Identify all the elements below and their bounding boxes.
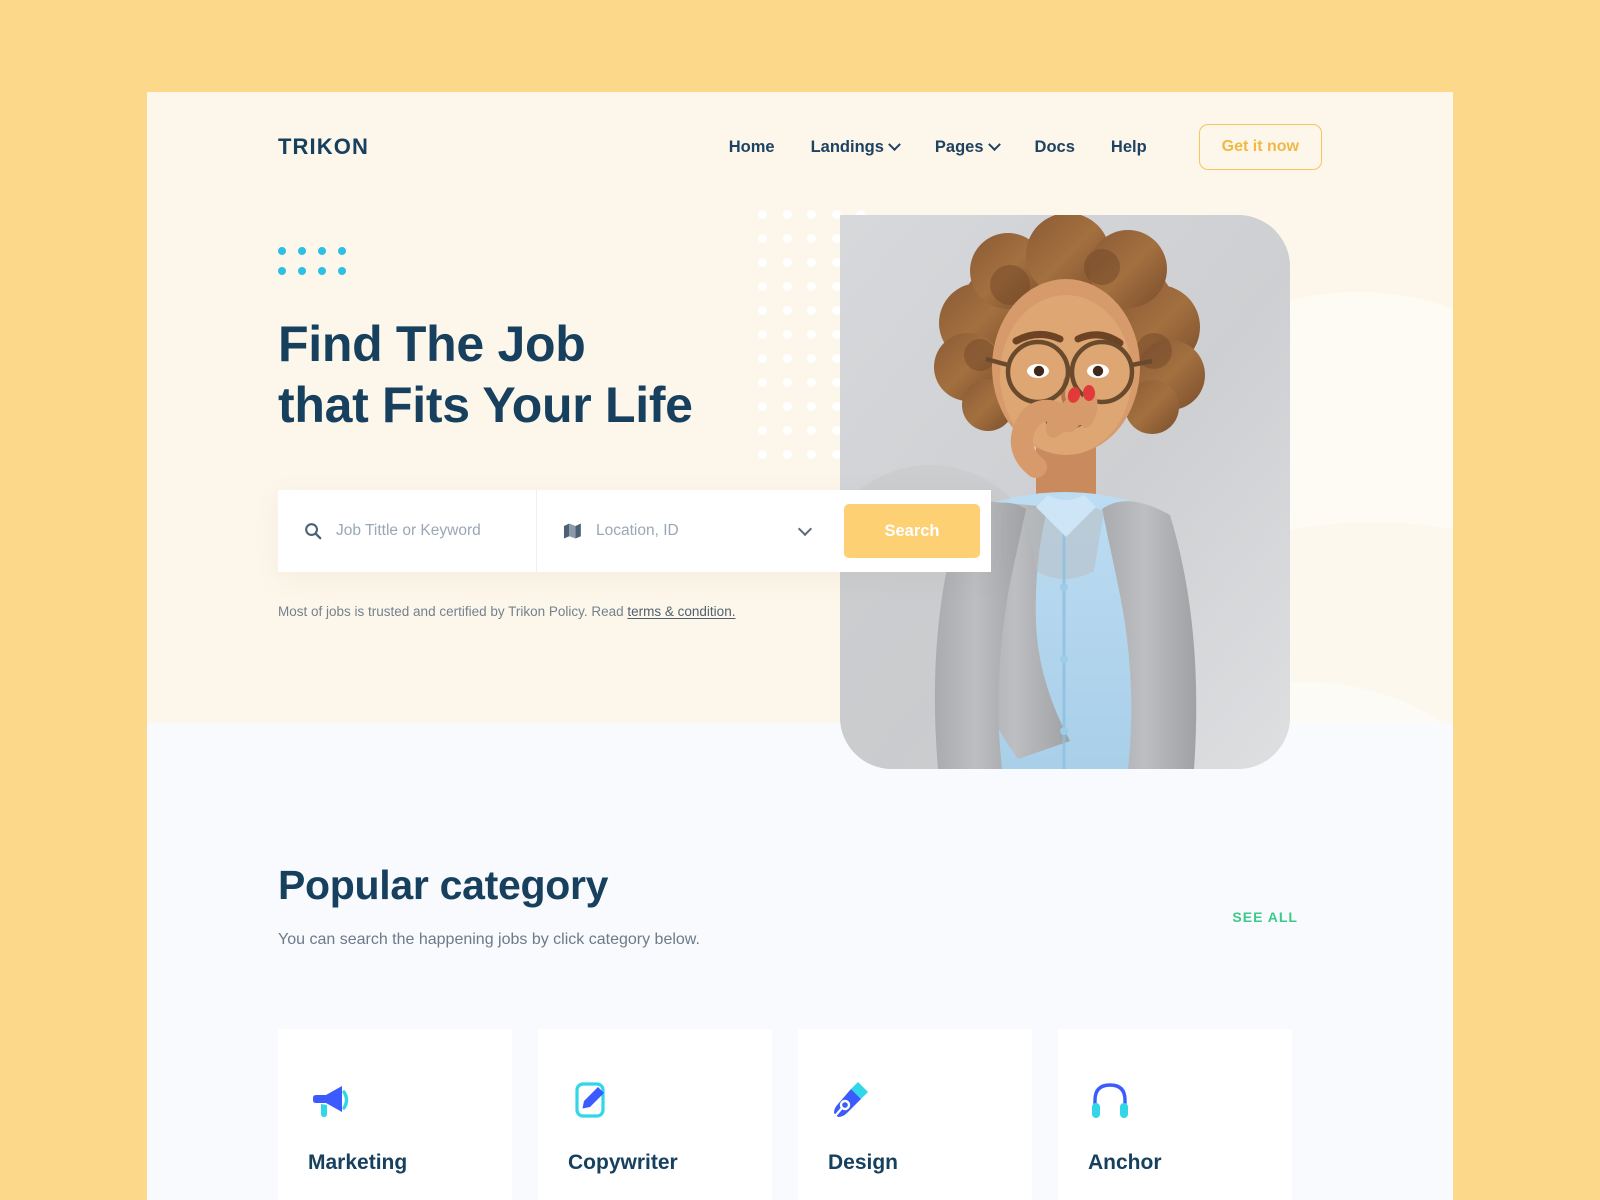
note-pencil-icon	[568, 1071, 742, 1129]
job-search-bar: Search	[278, 490, 991, 572]
keyword-field-group	[278, 490, 536, 572]
headphones-icon	[1088, 1071, 1262, 1129]
chevron-down-icon	[987, 137, 1001, 151]
category-name: Anchor	[1088, 1151, 1162, 1174]
page-card: TRIKON Home Landings Pages Docs Help Get…	[147, 92, 1453, 1200]
get-it-now-button[interactable]: Get it now	[1198, 124, 1322, 170]
category-name: Marketing	[308, 1151, 408, 1174]
search-input[interactable]	[336, 522, 510, 540]
nav-item-docs[interactable]: Docs	[1035, 138, 1075, 157]
nav-item-label: Home	[728, 137, 775, 156]
category-card-grid: Marketing Copywriter Design Anchor	[278, 1029, 1292, 1200]
terms-and-condition-link[interactable]: terms & condition.	[627, 604, 735, 619]
categories-subtitle: You can search the happening jobs by cli…	[278, 931, 700, 948]
location-field-group[interactable]	[536, 490, 834, 572]
brand-logo[interactable]: TRIKON	[278, 134, 369, 160]
see-all-link[interactable]: SEE ALL	[1232, 909, 1298, 925]
pen-nib-icon	[828, 1071, 1002, 1129]
headline-line-2: that Fits Your Life	[278, 376, 693, 433]
nav-item-label: Pages	[934, 137, 984, 156]
search-button[interactable]: Search	[844, 504, 980, 558]
category-name: Copywriter	[568, 1151, 678, 1174]
megaphone-icon	[308, 1071, 482, 1129]
nav-item-label: Help	[1110, 137, 1147, 156]
category-card-design[interactable]: Design	[798, 1029, 1032, 1200]
nav-item-pages[interactable]: Pages	[934, 137, 1001, 157]
category-card-copywriter[interactable]: Copywriter	[538, 1029, 772, 1200]
chevron-down-icon	[888, 137, 901, 151]
nav-item-home[interactable]: Home	[729, 138, 775, 157]
site-header: TRIKON Home Landings Pages Docs Help Get…	[147, 92, 1453, 202]
categories-header: Popular category You can search the happ…	[278, 862, 700, 949]
location-input[interactable]	[596, 522, 808, 540]
nav-item-label: Docs	[1034, 137, 1075, 156]
category-name: Design	[828, 1151, 899, 1174]
category-card-anchor[interactable]: Anchor	[1058, 1029, 1292, 1200]
nav-item-landings[interactable]: Landings	[810, 137, 901, 157]
headline-line-1: Find The Job	[278, 316, 586, 372]
main-navigation: Home Landings Pages Docs Help Get it now	[729, 124, 1322, 170]
dot-accent-decoration	[278, 247, 358, 287]
category-card-marketing[interactable]: Marketing	[278, 1029, 512, 1200]
trust-note: Most of jobs is trusted and certified by…	[278, 604, 735, 619]
map-icon	[563, 523, 581, 539]
page-title: Find The Job that Fits Your Life	[278, 314, 693, 435]
categories-title: Popular category	[278, 862, 609, 908]
nav-item-label: Landings	[810, 137, 884, 156]
nav-item-help[interactable]: Help	[1111, 138, 1147, 157]
trust-note-text: Most of jobs is trusted and certified by…	[278, 604, 628, 619]
search-icon	[305, 523, 322, 540]
